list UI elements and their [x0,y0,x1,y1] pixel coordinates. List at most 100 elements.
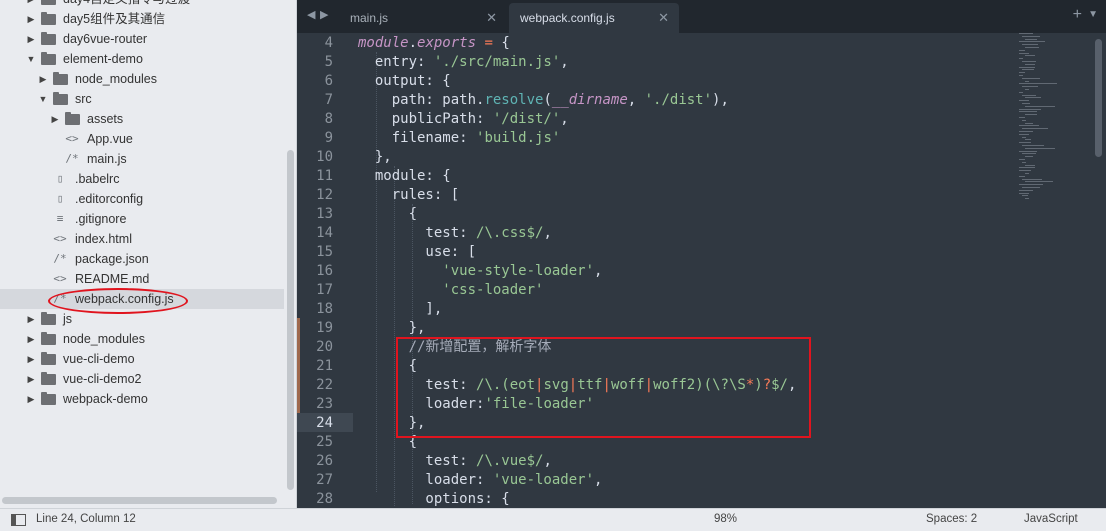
tab-forward-icon[interactable]: ▶ [320,8,328,21]
tab-webpack-config[interactable]: webpack.config.js ✕ [509,3,679,33]
code-line[interactable]: 16 'vue-style-loader', [297,262,817,281]
toggle-sidebar-icon[interactable] [11,514,26,526]
code-line[interactable]: 19 }, [297,319,817,338]
minimap-line [1019,159,1025,160]
sidebar-folder[interactable]: ▶ day5组件及其通信 [0,9,284,29]
sidebar-file[interactable]: <> README.md [0,269,284,289]
chevron-down-icon[interactable]: ▼ [1088,9,1098,20]
tab-back-icon[interactable]: ◀ [307,8,315,21]
code-line[interactable]: 13 { [297,205,817,224]
line-number: 14 [316,225,333,241]
chevron-right-icon[interactable]: ▶ [38,69,48,89]
code-line[interactable]: 12 rules: [ [297,186,817,205]
sidebar-scrollbar-thumb[interactable] [287,150,294,490]
code-line[interactable]: 5 entry: './src/main.js', [297,53,817,72]
sidebar-item-label: package.json [75,252,149,266]
minimap-line [1019,167,1035,169]
sidebar-folder[interactable]: ▶ webpack-demo [0,389,284,409]
sidebar-horizontal-scrollbar[interactable] [2,497,277,504]
line-number: 28 [316,491,333,507]
sidebar-file[interactable]: <> index.html [0,229,284,249]
file-icon: ▯ [56,172,64,185]
chevron-right-icon[interactable]: ▶ [26,349,36,369]
code-line[interactable]: 14 test: /\.css$/, [297,224,817,243]
chevron-right-icon[interactable]: ▶ [26,0,36,9]
sidebar-folder[interactable]: ▼ element-demo [0,49,284,69]
chevron-right-icon[interactable]: ▶ [50,109,60,129]
editor-scrollbar[interactable] [1095,39,1102,157]
line-number: 23 [316,396,333,412]
sidebar-item-label: js [63,312,73,326]
line-number: 20 [316,339,333,355]
chevron-right-icon[interactable]: ▶ [26,9,36,29]
minimap-line [1025,181,1053,183]
sidebar-folder[interactable]: ▶ assets [0,109,284,129]
code-line[interactable]: 27 loader: 'vue-loader', [297,471,817,490]
sidebar-file[interactable]: ▯ .editorconfig [0,189,284,209]
indentation-setting[interactable]: Spaces: 2 [926,513,977,525]
minimap-line [1025,164,1035,166]
code-line[interactable]: 11 module: { [297,167,817,186]
line-number: 27 [316,472,333,488]
folder-icon [53,72,68,85]
sidebar-file[interactable]: /* package.json [0,249,284,269]
code-line[interactable]: 4 module.exports = { [297,34,817,53]
sidebar-folder[interactable]: ▶ day6vue-router [0,29,284,49]
sidebar-item-label: README.md [75,272,150,286]
chevron-right-icon[interactable]: ▶ [26,329,36,349]
code-text: module: { [358,168,451,184]
code-text: options: { [358,491,510,507]
code-line[interactable]: 6 output: { [297,72,817,91]
sidebar-folder[interactable]: ▼ src [0,89,284,109]
sidebar-folder[interactable]: ▶ day4自定义指令与过渡 [0,0,284,9]
minimap-line [1025,63,1035,65]
code-editor[interactable]: 4 module.exports = {5 entry: './src/main.… [297,33,1106,508]
code-line[interactable]: 8 publicPath: '/dist/', [297,110,817,129]
new-tab-icon[interactable]: + [1073,6,1082,24]
minimap[interactable] [1019,33,1094,203]
minimap-line [1022,153,1036,155]
tab-main-js[interactable]: main.js ✕ [337,3,507,33]
code-line[interactable]: 9 filename: 'build.js' [297,129,817,148]
sidebar-folder[interactable]: ▶ vue-cli-demo [0,349,284,369]
minimap-line [1022,103,1030,104]
chevron-right-icon[interactable]: ▶ [26,29,36,49]
chevron-right-icon[interactable]: ▶ [26,369,36,389]
file-icon: <> [65,132,79,145]
minimap-line [1019,91,1023,93]
close-icon[interactable]: ✕ [486,3,497,33]
minimap-line [1019,100,1029,102]
code-line[interactable]: 17 'css-loader' [297,281,817,300]
chevron-right-icon[interactable]: ▶ [26,309,36,329]
chevron-down-icon[interactable]: ▼ [38,89,48,109]
code-line[interactable]: 10 }, [297,148,817,167]
close-icon[interactable]: ✕ [658,3,669,33]
line-number: 8 [324,111,333,127]
sidebar-item-label: .editorconfig [75,192,144,206]
sidebar-folder[interactable]: ▶ node_modules [0,329,284,349]
code-line[interactable]: 18 ], [297,300,817,319]
file-icon: /* [53,252,67,265]
code-line[interactable]: 26 test: /\.vue$/, [297,452,817,471]
code-text: ], [358,301,443,317]
line-number: 21 [316,358,333,374]
chevron-right-icon[interactable]: ▶ [26,389,36,409]
syntax-mode[interactable]: JavaScript [1024,513,1078,525]
chevron-down-icon[interactable]: ▼ [26,49,36,69]
line-number: 6 [324,73,333,89]
sidebar-file[interactable]: ≡ .gitignore [0,209,284,229]
code-line[interactable]: 15 use: [ [297,243,817,262]
sidebar-scrollbar[interactable] [286,0,296,508]
sidebar-file[interactable]: ▯ .babelrc [0,169,284,189]
code-line[interactable]: 28 options: { [297,490,817,508]
minimap-line [1025,55,1035,57]
code-text: test: /\.css$/, [358,225,552,241]
minimap-line [1019,131,1033,132]
sidebar-item-label: assets [87,112,124,126]
sidebar-folder[interactable]: ▶ node_modules [0,69,284,89]
minimap-line [1019,170,1031,172]
sidebar-folder[interactable]: ▶ vue-cli-demo2 [0,369,284,389]
sidebar-file[interactable]: <> App.vue [0,129,284,149]
sidebar-file[interactable]: /* main.js [0,149,284,169]
code-line[interactable]: 7 path: path.resolve(__dirname, './dist'… [297,91,817,110]
